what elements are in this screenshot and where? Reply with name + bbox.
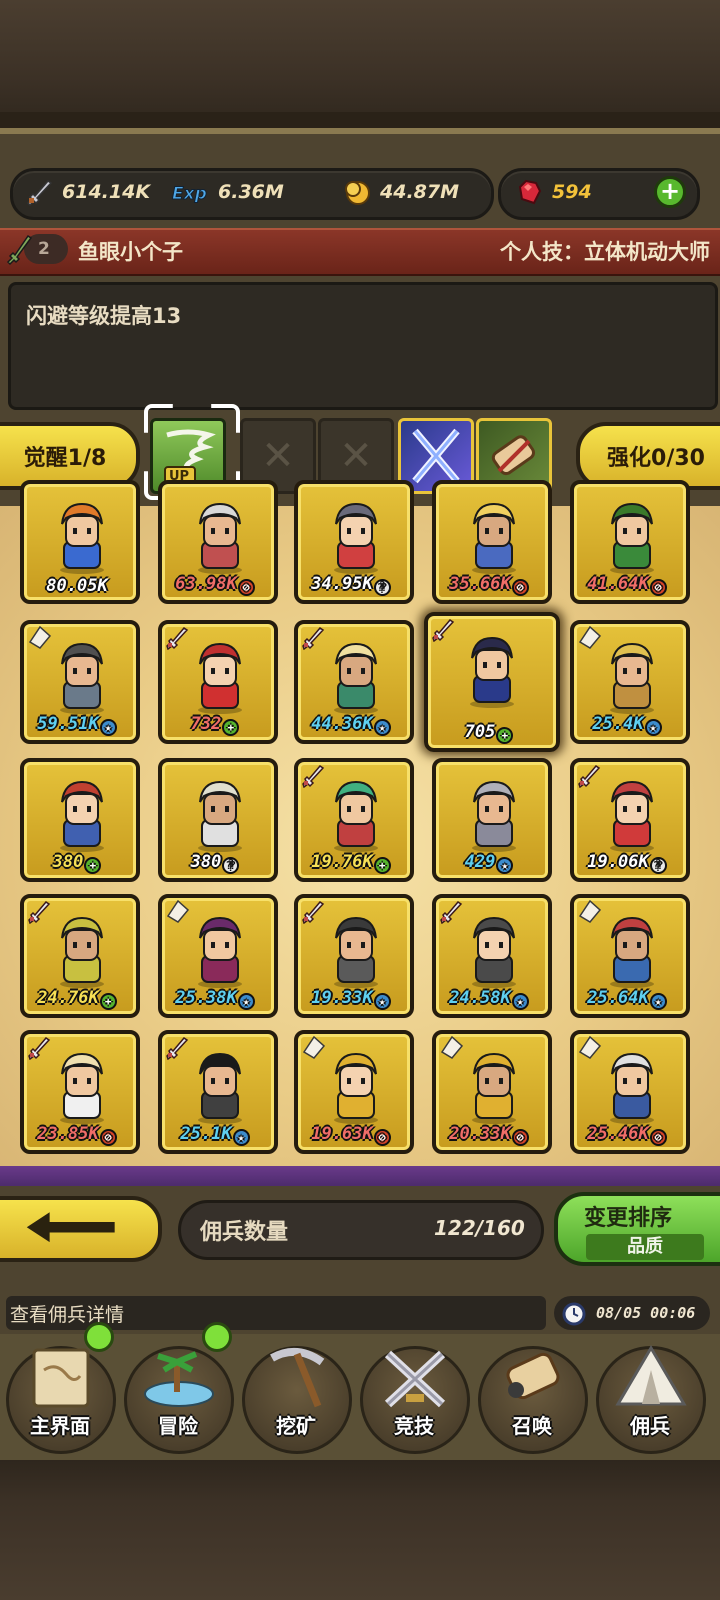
notification-dot (84, 1322, 114, 1352)
map-background-bottom (0, 1460, 720, 1600)
nav-label: 竞技 (394, 1414, 434, 1438)
tent-icon (615, 1345, 687, 1406)
crossed-swords-icon (384, 1350, 446, 1408)
nav-label: 主界面 (30, 1414, 90, 1438)
summon-scroll-icon (506, 1352, 560, 1400)
notification-dot (202, 1322, 232, 1352)
nav-label: 佣兵 (630, 1414, 670, 1438)
pickaxe-icon (270, 1348, 325, 1408)
nav-layer: 主界面 冒险 挖矿 竞技 召唤 佣兵 (0, 0, 720, 1600)
nav-label: 挖矿 (276, 1414, 316, 1438)
nav-label: 冒险 (158, 1414, 198, 1438)
nav-label: 召唤 (512, 1414, 552, 1438)
